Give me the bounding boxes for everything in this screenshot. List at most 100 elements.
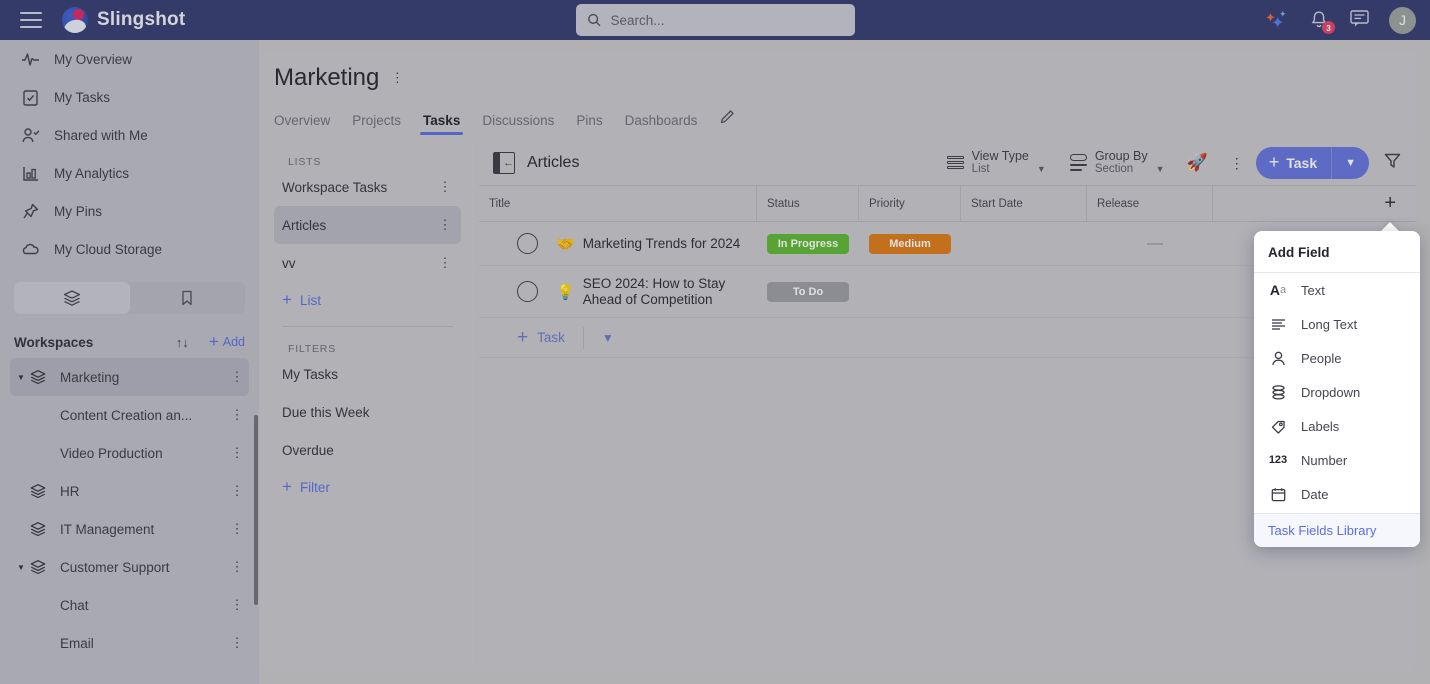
workspace-kebab-icon[interactable]: ⋮ (229, 446, 245, 459)
list-item-articles[interactable]: Articles ⋮ (274, 206, 461, 244)
sidebar-item-my-pins[interactable]: My Pins (0, 192, 259, 230)
chevron-down-icon: ▼ (1155, 164, 1165, 174)
workspace-kebab-icon[interactable]: ⋮ (229, 408, 245, 421)
tab-pins[interactable]: Pins (576, 113, 602, 135)
column-header-status[interactable]: Status (757, 186, 859, 221)
sidebar-item-shared-with-me[interactable]: Shared with Me (0, 116, 259, 154)
task-emoji-icon: 🤝 (556, 235, 575, 253)
collapse-panel-icon[interactable]: ← (493, 151, 515, 174)
workspace-kebab-icon[interactable]: ⋮ (229, 560, 245, 573)
segment-layers[interactable] (14, 282, 130, 314)
messages-button[interactable] (1348, 7, 1371, 34)
sparkle-ai-icon[interactable]: ✦ ✦ ✦ (1264, 9, 1290, 32)
add-task-button[interactable]: + Task ▼ (1255, 146, 1369, 179)
task-title[interactable]: Marketing Trends for 2024 (583, 236, 741, 252)
add-field-option-date[interactable]: Date (1254, 477, 1420, 511)
add-field-option-text[interactable]: Aa Text (1254, 273, 1420, 307)
workspace-kebab-icon[interactable]: ⋮ (229, 598, 245, 611)
task-fields-library-link[interactable]: Task Fields Library (1268, 523, 1376, 538)
column-header-title[interactable]: Title (479, 186, 757, 221)
tab-dashboards[interactable]: Dashboards (625, 113, 698, 135)
rocket-icon[interactable]: 🚀 (1177, 153, 1218, 173)
chevron-down-icon[interactable]: ▼ (1332, 157, 1369, 169)
sidebar-item-my-cloud-storage[interactable]: My Cloud Storage (0, 230, 259, 268)
notifications-button[interactable]: 3 (1308, 9, 1335, 34)
task-complete-checkbox[interactable] (517, 281, 538, 302)
add-field-option-long-text[interactable]: Long Text (1254, 307, 1420, 341)
task-complete-checkbox[interactable] (517, 233, 538, 254)
sidebar-scrollbar[interactable] (254, 415, 258, 605)
project-kebab-icon[interactable]: ⋮ (389, 71, 405, 84)
add-field-option-labels[interactable]: Labels (1254, 409, 1420, 443)
chevron-down-icon[interactable]: ▼ (14, 373, 28, 382)
workspace-item-customer-support[interactable]: ▼ Customer Support ⋮ (0, 548, 259, 586)
filter-item-my-tasks[interactable]: My Tasks (274, 355, 461, 393)
view-type-control[interactable]: View Type List ▼ (935, 149, 1058, 176)
add-list-button[interactable]: + List (260, 282, 475, 318)
workspace-item-chat[interactable]: Chat ⋮ (0, 586, 259, 624)
add-workspace-button[interactable]: + Add (209, 333, 245, 350)
cell-status[interactable]: In Progress (757, 233, 859, 254)
add-field-button[interactable]: + (1384, 193, 1396, 213)
workspace-kebab-icon[interactable]: ⋮ (229, 636, 245, 649)
workspace-item-marketing[interactable]: ▼ Marketing ⋮ (10, 358, 249, 396)
workspace-kebab-icon[interactable]: ⋮ (229, 370, 245, 383)
funnel-filter-icon[interactable] (1369, 151, 1404, 175)
filter-item-label: Due this Week (282, 404, 370, 420)
divider (582, 326, 584, 349)
workspace-kebab-icon[interactable]: ⋮ (229, 522, 245, 535)
cell-priority[interactable]: Medium (859, 233, 961, 254)
search-bar[interactable] (576, 4, 855, 36)
sidebar-item-my-analytics[interactable]: My Analytics (0, 154, 259, 192)
add-filter-button[interactable]: + Filter (260, 469, 475, 505)
filter-item-due-this-week[interactable]: Due this Week (274, 393, 461, 431)
workspace-kebab-icon[interactable]: ⋮ (229, 484, 245, 497)
lists-heading: LISTS (288, 156, 322, 168)
filter-item-overdue[interactable]: Overdue (274, 431, 461, 469)
list-item-workspace-tasks[interactable]: Workspace Tasks ⋮ (274, 168, 461, 206)
workspace-item-content-creation[interactable]: Content Creation an... ⋮ (0, 396, 259, 434)
column-header-add-field: + (1213, 186, 1416, 221)
filter-item-label: Overdue (282, 442, 334, 458)
sort-arrows-icon[interactable]: ↑↓ (176, 335, 189, 350)
layers-icon (28, 368, 48, 386)
workspace-item-hr[interactable]: HR ⋮ (0, 472, 259, 510)
column-header-release[interactable]: Release (1087, 186, 1213, 221)
add-field-option-people[interactable]: People (1254, 341, 1420, 375)
add-task-inline-button[interactable]: + Task (517, 328, 565, 347)
list-kebab-icon[interactable]: ⋮ (437, 180, 453, 193)
sidebar-segment-control (14, 282, 245, 314)
bookmark-icon (182, 290, 192, 306)
add-field-option-dropdown[interactable]: Dropdown (1254, 375, 1420, 409)
avatar[interactable]: J (1389, 6, 1416, 34)
tab-discussions[interactable]: Discussions (482, 113, 554, 135)
task-title[interactable]: SEO 2024: How to Stay Ahead of Competiti… (583, 276, 733, 308)
add-field-option-number[interactable]: 123 Number (1254, 443, 1420, 477)
workspace-item-email[interactable]: Email ⋮ (0, 624, 259, 662)
search-input[interactable] (610, 12, 844, 28)
sidebar-item-my-tasks[interactable]: My Tasks (0, 78, 259, 116)
cell-release[interactable]: — (1087, 235, 1213, 253)
list-kebab-icon[interactable]: ⋮ (437, 218, 453, 231)
workspaces-list: ▼ Marketing ⋮ Content Creation an... ⋮ V… (0, 358, 259, 662)
tab-overview[interactable]: Overview (274, 113, 330, 135)
segment-bookmarks[interactable] (130, 282, 246, 314)
tab-tasks[interactable]: Tasks (420, 113, 464, 135)
list-kebab-icon[interactable]: ⋮ (437, 256, 453, 269)
group-by-control[interactable]: Group By Section ▼ (1058, 149, 1177, 176)
tab-projects[interactable]: Projects (352, 113, 401, 135)
hamburger-icon[interactable] (20, 12, 42, 28)
workspace-item-video-production[interactable]: Video Production ⋮ (0, 434, 259, 472)
column-header-start-date[interactable]: Start Date (961, 186, 1087, 221)
column-header-priority[interactable]: Priority (859, 186, 961, 221)
brand[interactable]: Slingshot (62, 7, 185, 33)
pencil-icon[interactable] (719, 108, 736, 135)
plus-icon: + (1268, 152, 1280, 172)
table-more-kebab-icon[interactable]: ⋮ (1218, 156, 1256, 170)
workspace-item-it-management[interactable]: IT Management ⋮ (0, 510, 259, 548)
cell-status[interactable]: To Do (757, 281, 859, 302)
list-item-vv[interactable]: vv ⋮ (274, 244, 461, 282)
sidebar-item-my-overview[interactable]: My Overview (0, 40, 259, 78)
chevron-down-icon[interactable]: ▼ (602, 331, 614, 345)
chevron-down-icon[interactable]: ▼ (14, 563, 28, 572)
